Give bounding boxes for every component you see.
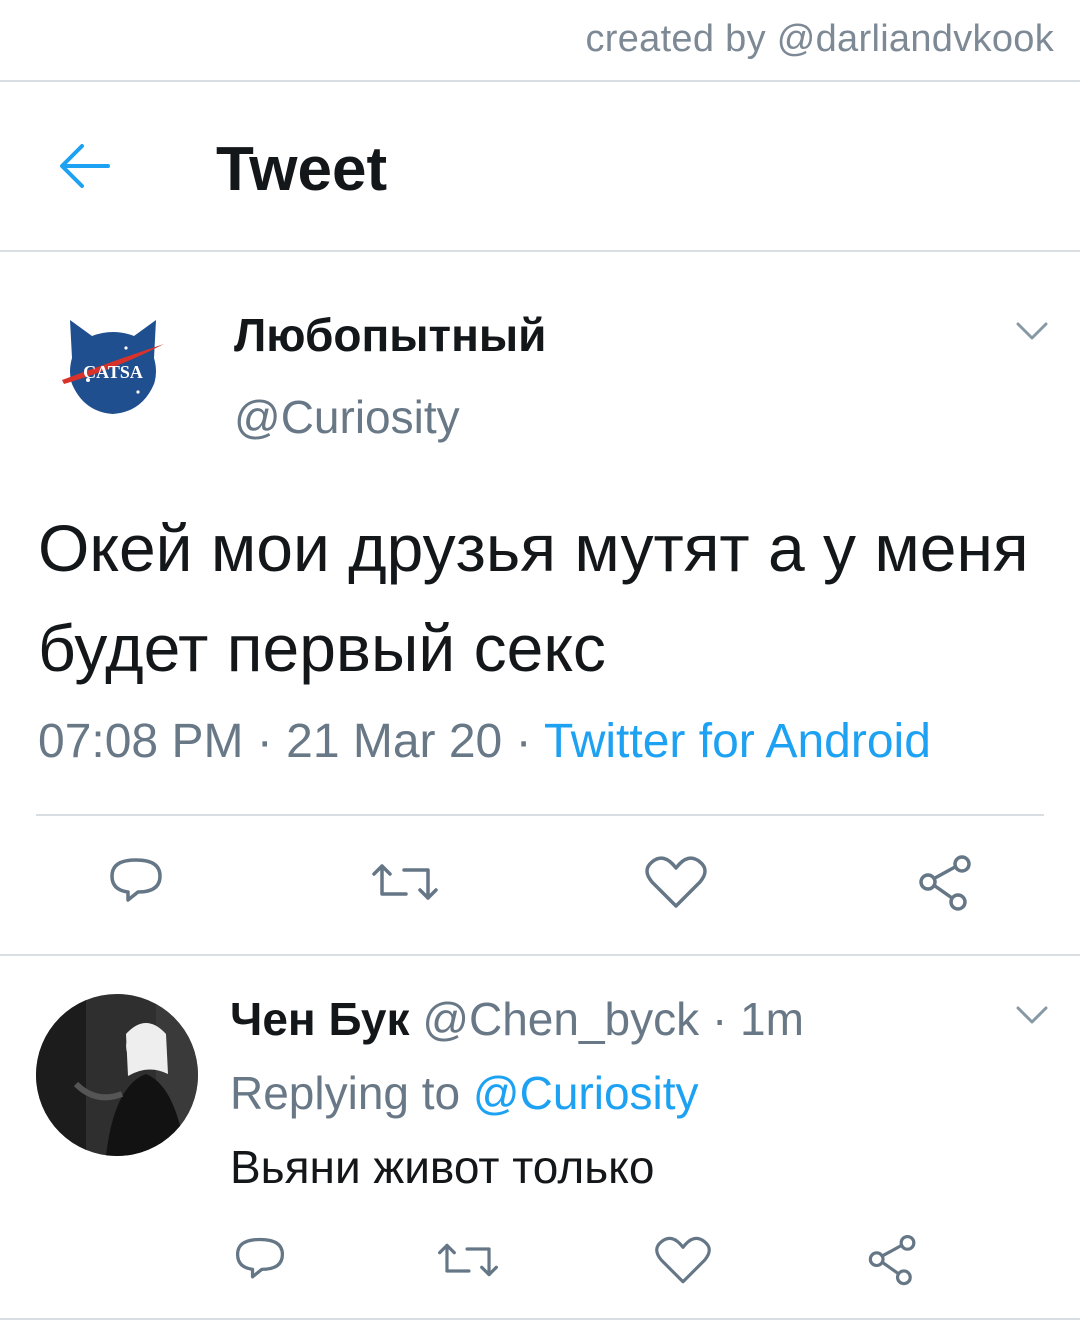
share-button[interactable] [914,852,978,921]
reply-retweet-button[interactable] [436,1232,500,1293]
retweet-icon [372,864,438,900]
reply-text: Вьяни живот только [230,1141,655,1193]
author-name[interactable]: Любопытный [234,308,546,362]
author-handle[interactable]: @Curiosity [234,390,460,444]
reply-like-button[interactable] [654,1232,712,1293]
chevron-down-icon [1016,322,1048,340]
bottom-divider [0,1318,1080,1320]
like-button[interactable] [644,852,708,917]
reply-share-button[interactable] [864,1232,922,1295]
reply-author-name[interactable]: Чен Бук [230,993,410,1045]
avatar[interactable]: CATSA [58,314,168,418]
reply-icon [235,1237,285,1279]
tweet-time: 07:08 PM [38,715,244,768]
tweet-date: 21 Mar 20 [286,715,503,768]
credit-text: created by @darliandvkook [585,18,1054,60]
replying-to: Replying to @Curiosity [230,1066,699,1120]
retweet-button[interactable] [370,852,440,917]
share-icon [868,1234,916,1286]
meta-separator: · [711,993,728,1045]
catsa-logo-icon: CATSA [62,320,164,414]
reply-icon [110,858,162,902]
meta-separator: · [256,715,273,768]
reply-avatar[interactable] [36,994,198,1156]
tweet-source-link[interactable]: Twitter for Android [544,715,931,768]
reply-reply-button[interactable] [232,1232,288,1293]
replying-mention-link[interactable]: @Curiosity [473,1067,699,1119]
profile-photo-icon [36,994,198,1156]
app-header: Tweet [0,82,1080,250]
page-title: Tweet [216,135,388,204]
back-button[interactable] [50,134,120,198]
tweet-divider [0,954,1080,956]
share-icon [919,855,971,911]
like-icon [645,856,707,908]
tweet-meta: 07:08 PM · 21 Mar 20 · Twitter for Andro… [38,714,931,769]
reply-options-button[interactable] [1012,1000,1052,1030]
header-divider [0,250,1080,252]
reply-time: 1m [740,993,804,1045]
meta-divider [36,814,1044,816]
like-icon [655,1236,711,1284]
replying-prefix: Replying to [230,1067,461,1119]
back-arrow-icon [60,144,110,188]
tweet-text: Окей мои друзья мутят а у меня будет пер… [38,511,1029,685]
retweet-icon [438,1243,498,1277]
chevron-down-icon [1016,1006,1048,1024]
reply-author-handle[interactable]: @Chen_byck [422,993,699,1045]
tweet-options-button[interactable] [1012,316,1052,346]
meta-separator: · [515,715,532,768]
reply-header: Чен Бук @Chen_byck · 1m [230,992,804,1046]
reply-button[interactable] [106,852,166,917]
avatar-text: CATSA [83,362,143,382]
